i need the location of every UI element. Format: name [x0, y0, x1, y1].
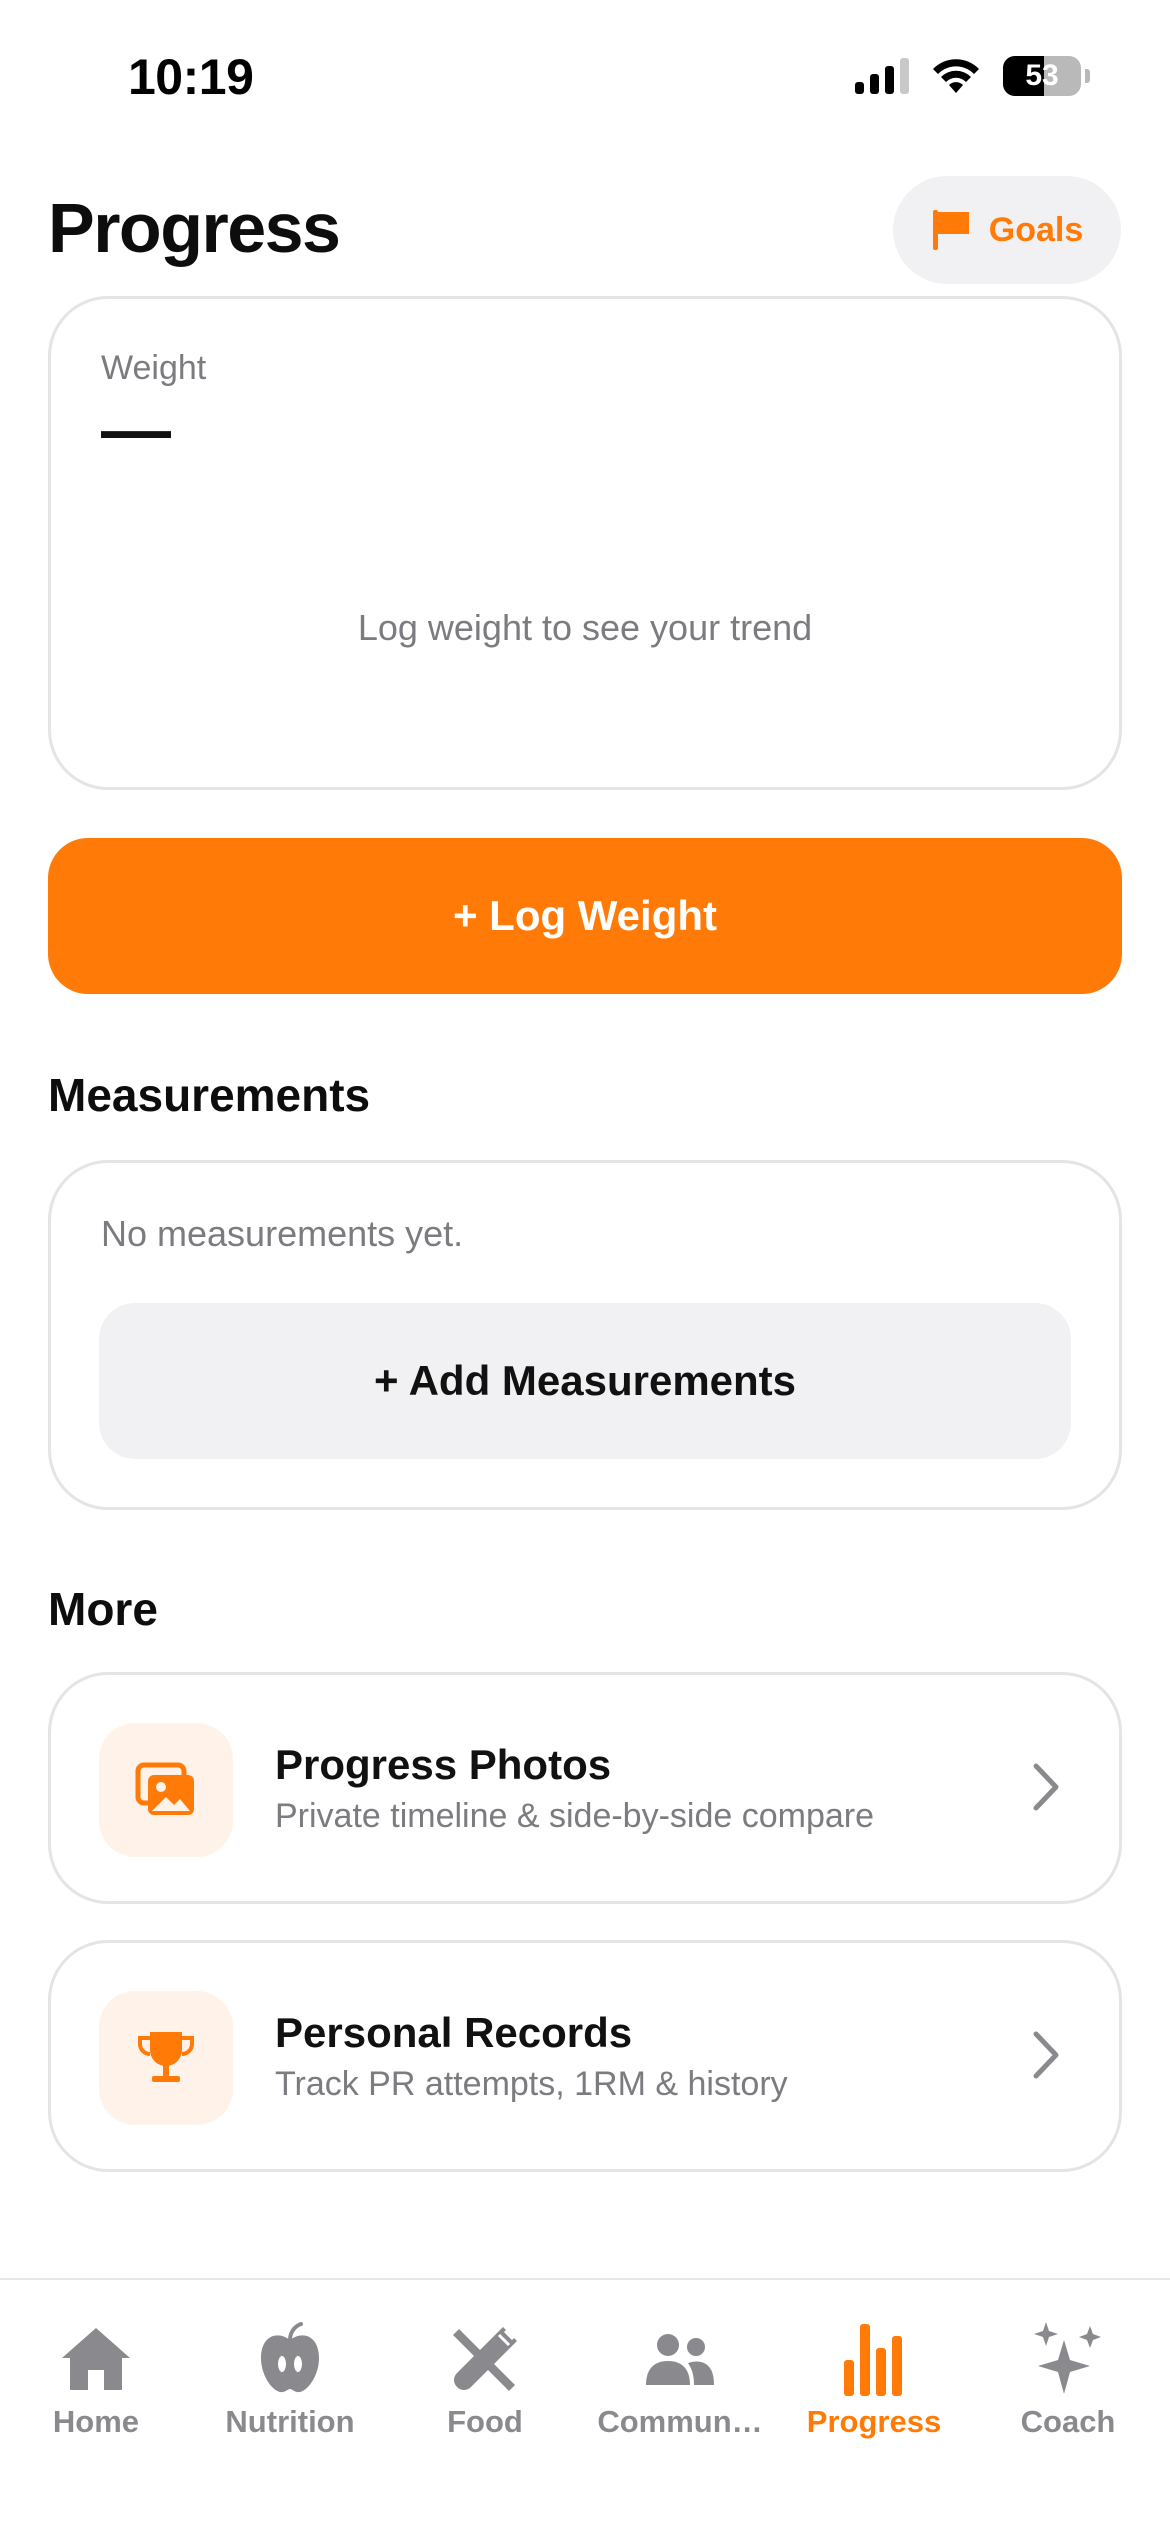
house-icon	[62, 2328, 130, 2390]
weight-empty-text: Log weight to see your trend	[357, 607, 813, 648]
personal-records-row[interactable]: Personal Records Track PR attempts, 1RM …	[48, 1940, 1122, 2172]
wifi-icon	[933, 59, 979, 93]
fork-knife-icon	[453, 2327, 517, 2391]
goals-button[interactable]: Goals	[893, 176, 1121, 284]
personal-records-subtitle: Track PR attempts, 1RM & history	[275, 2065, 788, 2103]
tab-label: Progress	[806, 2404, 942, 2439]
row-icon-bg	[99, 1723, 233, 1857]
tab-home[interactable]: Home	[6, 2320, 186, 2440]
weight-card[interactable]: Weight — Log weight to see your trend	[48, 296, 1122, 790]
progress-photos-title: Progress Photos	[275, 1741, 612, 1788]
people-icon	[646, 2334, 714, 2385]
photos-icon	[135, 1762, 194, 1815]
more-title: More	[48, 1583, 158, 1635]
weight-value: —	[101, 390, 171, 468]
bar-chart-icon	[844, 2324, 902, 2396]
tab-label: Home	[52, 2404, 140, 2439]
tab-food[interactable]: Food	[395, 2320, 575, 2440]
battery-tip	[1085, 69, 1090, 83]
status-icons: 53	[855, 56, 1090, 96]
page-title: Progress	[48, 189, 341, 267]
tab-label: Food	[447, 2404, 523, 2439]
add-measurements-button[interactable]: + Add Measurements	[99, 1303, 1071, 1459]
apple-icon	[261, 2322, 319, 2393]
chevron-right-icon	[1033, 2031, 1059, 2079]
measurements-title: Measurements	[48, 1069, 371, 1121]
progress-photos-subtitle: Private timeline & side-by-side compare	[275, 1797, 875, 1835]
cellular-signal-icon	[855, 58, 909, 94]
status-bar: 10:19 53	[0, 0, 1170, 150]
status-time: 10:19	[128, 49, 254, 105]
tab-coach[interactable]: Coach	[978, 2320, 1158, 2440]
log-weight-button[interactable]: + Log Weight	[48, 838, 1122, 994]
goals-label: Goals	[988, 210, 1084, 249]
measurements-card: No measurements yet. + Add Measurements	[48, 1160, 1122, 1510]
tab-label: Coach	[1020, 2404, 1116, 2439]
measurements-empty-text: No measurements yet.	[101, 1213, 464, 1254]
tab-label: Commun…	[597, 2404, 763, 2439]
tab-nutrition[interactable]: Nutrition	[200, 2320, 380, 2440]
tab-progress[interactable]: Progress	[784, 2320, 964, 2440]
tab-bar: Home Nutrition Food Commun… Progress Coa…	[0, 2278, 1170, 2532]
progress-photos-row[interactable]: Progress Photos Private timeline & side-…	[48, 1672, 1122, 1904]
trophy-icon	[138, 2032, 194, 2082]
tab-community[interactable]: Commun…	[590, 2320, 770, 2440]
battery-percent: 53	[1025, 59, 1059, 92]
chevron-right-icon	[1033, 1763, 1059, 1811]
row-icon-bg	[99, 1991, 233, 2125]
personal-records-title: Personal Records	[275, 2009, 633, 2056]
battery-icon: 53	[1003, 56, 1081, 96]
tab-label: Nutrition	[225, 2404, 355, 2439]
weight-label: Weight	[101, 349, 207, 387]
sparkles-icon	[1034, 2322, 1101, 2394]
flag-icon	[932, 210, 969, 250]
